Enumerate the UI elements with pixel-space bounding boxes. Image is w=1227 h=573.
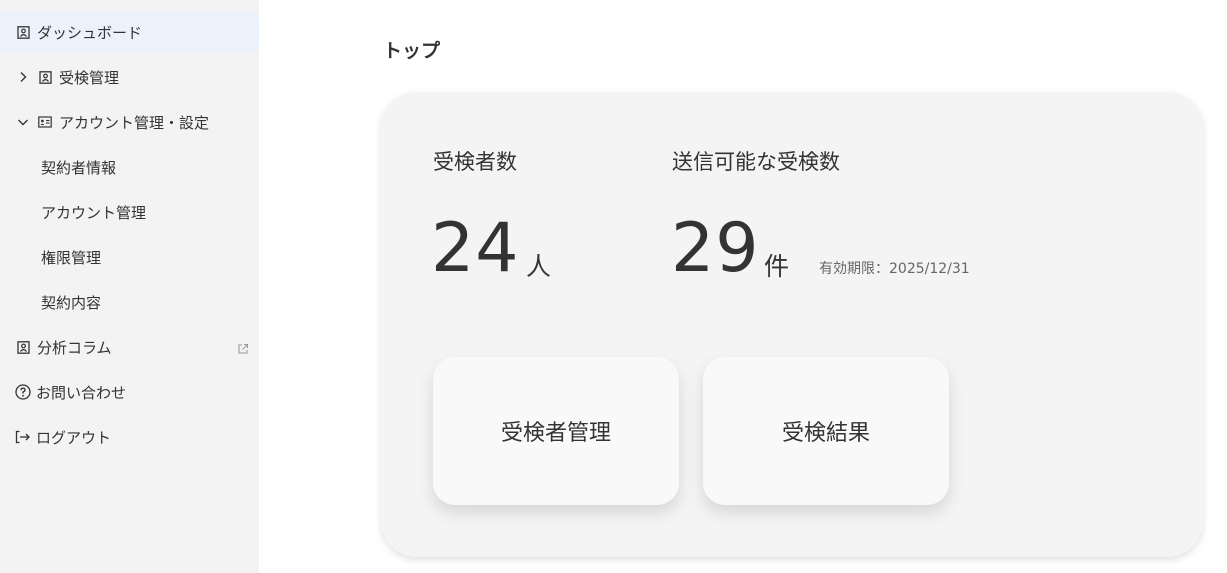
sidebar-subitem-permission-mgmt[interactable]: 権限管理 — [41, 237, 101, 277]
exam-results-button[interactable]: 受検結果 — [703, 357, 949, 505]
examinees-count: 24 — [431, 209, 520, 288]
id-badge-icon — [16, 25, 30, 39]
id-badge-icon — [16, 340, 30, 354]
sendable-count: 29 — [671, 209, 760, 288]
sendable-label: 送信可能な受検数 — [672, 150, 840, 174]
id-badge-icon — [38, 70, 52, 84]
sidebar-subitem-contract-details[interactable]: 契約内容 — [41, 282, 101, 322]
sidebar-subitem-account-mgmt[interactable]: アカウント管理 — [41, 192, 146, 232]
question-circle-icon — [15, 384, 31, 400]
examinee-mgmt-button[interactable]: 受検者管理 — [433, 357, 679, 505]
chevron-down-icon — [17, 116, 29, 128]
expiry-date: 有効期限：2025/12/31 — [819, 261, 970, 277]
sidebar-item-account-settings[interactable]: アカウント管理・設定 — [0, 102, 259, 142]
sidebar-item-analysis-column[interactable]: 分析コラム — [0, 327, 259, 367]
sidebar: ダッシュボード 受検管理 アカウント管理・設定 契約者情報 アカウント管理 権限… — [0, 0, 259, 573]
sidebar-item-label: アカウント管理・設定 — [59, 113, 210, 132]
logout-icon — [15, 430, 31, 444]
sidebar-item-label: 分析コラム — [37, 338, 112, 357]
sidebar-item-dashboard[interactable]: ダッシュボード — [0, 12, 259, 52]
sidebar-item-exam-mgmt[interactable]: 受検管理 — [0, 57, 259, 97]
sidebar-item-label: お問い合わせ — [36, 383, 127, 402]
chevron-right-icon — [17, 71, 29, 83]
sidebar-item-label: ログアウト — [36, 428, 112, 447]
id-card-icon — [38, 115, 52, 129]
summary-card: 受検者数 24 人 送信可能な受検数 29 件 有効期限：2025/12/31 … — [381, 92, 1203, 557]
examinees-label: 受検者数 — [433, 150, 517, 174]
sidebar-subitem-contractor-info[interactable]: 契約者情報 — [41, 147, 116, 187]
page-title: トップ — [383, 40, 441, 62]
sidebar-item-label: ダッシュボード — [37, 23, 143, 42]
examinees-unit: 人 — [526, 252, 552, 281]
sidebar-item-contact[interactable]: お問い合わせ — [0, 372, 259, 412]
sidebar-item-label: 受検管理 — [59, 68, 120, 87]
external-link-icon — [237, 341, 249, 354]
sendable-unit: 件 — [764, 252, 790, 281]
sidebar-item-logout[interactable]: ログアウト — [0, 417, 259, 457]
